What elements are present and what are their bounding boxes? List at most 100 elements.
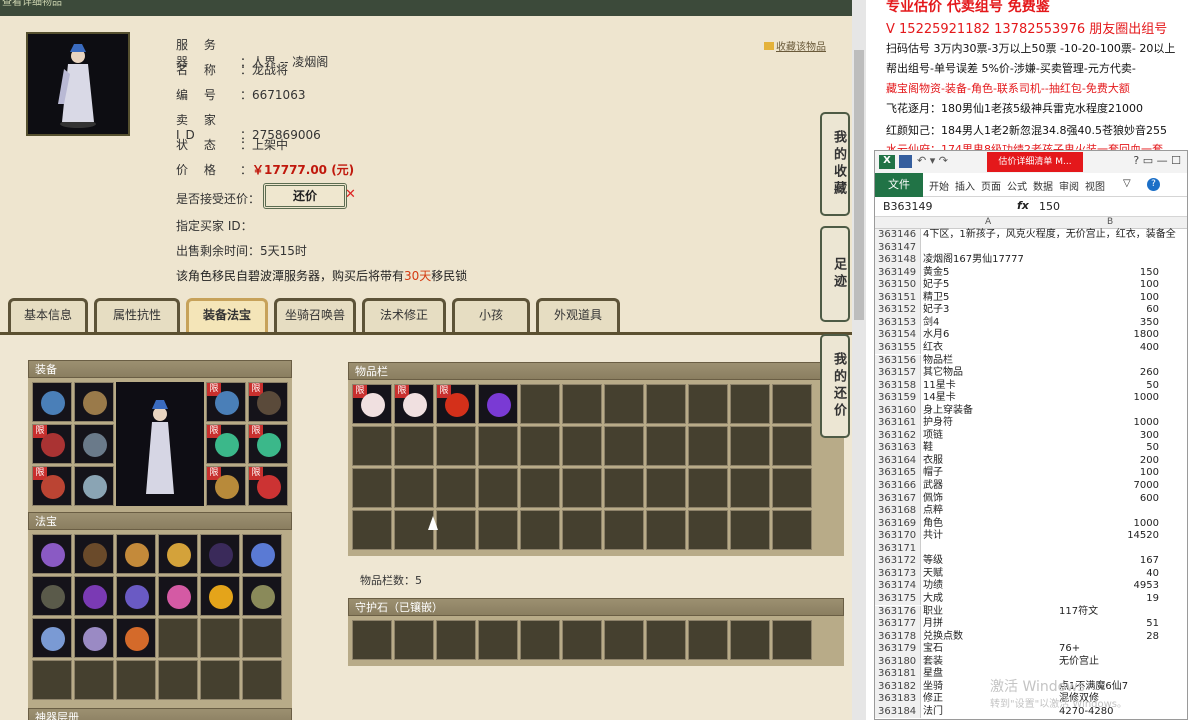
- cell-b[interactable]: 200: [1059, 455, 1159, 467]
- table-row[interactable]: 363153 剑4 350: [875, 316, 1187, 330]
- cell-b[interactable]: 1800: [1059, 329, 1159, 341]
- table-row[interactable]: 363159 14星卡 1000: [875, 392, 1187, 405]
- cell-a[interactable]: 职业: [923, 606, 943, 618]
- row-number[interactable]: 363146: [875, 229, 921, 242]
- row-number[interactable]: 363180: [875, 655, 921, 669]
- row-number[interactable]: 363184: [875, 705, 921, 719]
- table-row[interactable]: 363157 其它物品 260: [875, 367, 1187, 380]
- cell-b[interactable]: 1000: [1059, 417, 1159, 429]
- ribbon-tab-home[interactable]: 开始: [929, 178, 949, 193]
- treasure-slot[interactable]: [32, 576, 72, 616]
- treasure-slot[interactable]: [32, 618, 72, 658]
- table-row[interactable]: 363155 红衣 400: [875, 341, 1187, 355]
- cell-b[interactable]: 76+: [1059, 643, 1080, 655]
- table-row[interactable]: 363175 大成 19: [875, 592, 1187, 606]
- cell-a[interactable]: 等级: [923, 555, 943, 567]
- cell-a[interactable]: 精卫5: [923, 292, 949, 304]
- row-number[interactable]: 363174: [875, 580, 921, 593]
- treasure-slot[interactable]: [116, 576, 156, 616]
- equip-slot[interactable]: [32, 382, 72, 422]
- tab-equipment[interactable]: 装备法宝: [186, 298, 268, 332]
- row-number[interactable]: 363177: [875, 618, 921, 631]
- cell-a[interactable]: 水月6: [923, 329, 949, 341]
- cell-b[interactable]: 40: [1059, 568, 1159, 580]
- row-number[interactable]: 363152: [875, 304, 921, 317]
- cell-b[interactable]: 167: [1059, 555, 1159, 567]
- cell-b[interactable]: 无价宫止: [1059, 656, 1099, 668]
- cell-b[interactable]: 7000: [1059, 480, 1159, 492]
- equip-slot[interactable]: 限: [32, 424, 72, 464]
- table-row[interactable]: 363162 项链 300: [875, 429, 1187, 443]
- excel-title-button[interactable]: 估价详细清单 M...: [987, 152, 1083, 172]
- my-offers-button[interactable]: 我的还价: [820, 334, 850, 438]
- table-row[interactable]: 363174 功绩 4953: [875, 580, 1187, 593]
- fx-icon[interactable]: fx: [1017, 199, 1029, 212]
- table-row[interactable]: 363165 帽子 100: [875, 467, 1187, 480]
- cell-a[interactable]: 法门: [923, 706, 943, 718]
- ribbon-tab-review[interactable]: 审阅: [1059, 178, 1079, 193]
- ribbon-menu-icon[interactable]: ▽: [1123, 178, 1131, 189]
- row-number[interactable]: 363171: [875, 542, 921, 556]
- cell-b[interactable]: 19: [1059, 593, 1159, 605]
- cell-a[interactable]: 帽子: [923, 467, 943, 479]
- window-controls[interactable]: ? ▭ — ☐: [1133, 154, 1181, 167]
- cell-a[interactable]: 凌烟阁167男仙17777: [923, 254, 1024, 266]
- equip-slot[interactable]: [74, 466, 114, 506]
- table-row[interactable]: 363161 护身符 1000: [875, 417, 1187, 430]
- cell-b[interactable]: 260: [1059, 367, 1159, 379]
- cell-a[interactable]: 点粹: [923, 505, 943, 517]
- cell-b[interactable]: 4953: [1059, 580, 1159, 592]
- cell-a[interactable]: 角色: [923, 518, 943, 530]
- row-number[interactable]: 363150: [875, 279, 921, 292]
- table-row[interactable]: 363168 点粹: [875, 505, 1187, 518]
- tab-mounts[interactable]: 坐骑召唤兽: [274, 298, 356, 332]
- treasure-slot[interactable]: [200, 534, 240, 574]
- cell-b[interactable]: 50: [1059, 380, 1159, 392]
- cell-a[interactable]: 物品栏: [923, 355, 953, 367]
- table-row[interactable]: 363154 水月6 1800: [875, 329, 1187, 342]
- row-number[interactable]: 363176: [875, 605, 921, 618]
- cell-a[interactable]: 月拼: [923, 618, 943, 630]
- row-number[interactable]: 363167: [875, 492, 921, 506]
- table-row[interactable]: 363156 物品栏: [875, 354, 1187, 367]
- table-row[interactable]: 363169 角色 1000: [875, 517, 1187, 531]
- counter-offer-button[interactable]: 还价: [263, 183, 347, 209]
- row-number[interactable]: 363156: [875, 354, 921, 367]
- tab-basic[interactable]: 基本信息: [8, 298, 88, 332]
- cell-a[interactable]: 其它物品: [923, 367, 963, 379]
- cell-a[interactable]: 4下区，1新孩子，风克火程度，无价宫止，红衣，装备全: [923, 229, 1176, 241]
- equip-slot[interactable]: [74, 424, 114, 464]
- cell-b[interactable]: 1000: [1059, 392, 1159, 404]
- cell-b[interactable]: 350: [1059, 317, 1159, 329]
- cell-a[interactable]: 大成: [923, 593, 943, 605]
- item-slot[interactable]: 限: [394, 384, 434, 424]
- treasure-slot[interactable]: [242, 534, 282, 574]
- my-favorites-button[interactable]: 我的收藏: [820, 112, 850, 216]
- table-row[interactable]: 363167 佩饰 600: [875, 492, 1187, 506]
- cell-a[interactable]: 武器: [923, 480, 943, 492]
- treasure-slot[interactable]: [32, 534, 72, 574]
- item-slot[interactable]: [478, 384, 518, 424]
- table-row[interactable]: 363173 天赋 40: [875, 567, 1187, 581]
- ribbon-tab-insert[interactable]: 插入: [955, 178, 975, 193]
- cell-b[interactable]: 400: [1059, 342, 1159, 354]
- cell-b[interactable]: 300: [1059, 430, 1159, 442]
- table-row[interactable]: 363146 4下区，1新孩子，风克火程度，无价宫止，红衣，装备全: [875, 229, 1187, 242]
- row-number[interactable]: 363178: [875, 630, 921, 644]
- cell-b[interactable]: 28: [1059, 631, 1159, 643]
- row-number[interactable]: 363183: [875, 693, 921, 706]
- cell-b[interactable]: 60: [1059, 304, 1159, 316]
- table-row[interactable]: 363179 宝石 76+: [875, 643, 1187, 656]
- table-row[interactable]: 363180 套装 无价宫止: [875, 655, 1187, 669]
- row-number[interactable]: 363168: [875, 505, 921, 518]
- column-a-header[interactable]: A: [985, 217, 991, 227]
- table-row[interactable]: 363149 黄金5 150: [875, 266, 1187, 280]
- save-icon[interactable]: [899, 155, 912, 168]
- equip-slot[interactable]: [74, 382, 114, 422]
- cell-a[interactable]: 14星卡: [923, 392, 956, 404]
- tab-attributes[interactable]: 属性抗性: [94, 298, 180, 332]
- row-number[interactable]: 363151: [875, 291, 921, 305]
- cell-a[interactable]: 共计: [923, 530, 943, 542]
- table-row[interactable]: 363164 衣服 200: [875, 454, 1187, 468]
- row-number[interactable]: 363161: [875, 417, 921, 430]
